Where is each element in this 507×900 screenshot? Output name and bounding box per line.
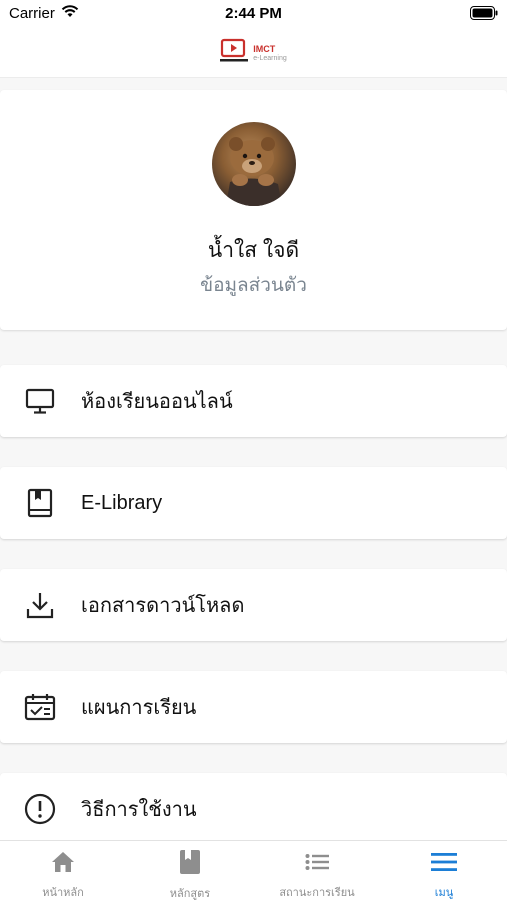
calendar-check-icon bbox=[24, 691, 56, 723]
clock: 2:44 PM bbox=[225, 5, 282, 22]
home-icon bbox=[50, 850, 76, 873]
profile-card: น้ำใส ใจดี ข้อมูลส่วนตัว bbox=[0, 90, 507, 330]
avatar[interactable] bbox=[212, 122, 296, 206]
book-icon bbox=[177, 850, 203, 874]
tab-label: เมนู bbox=[434, 887, 454, 899]
status-bar: Carrier 2:44 PM bbox=[0, 0, 507, 30]
profile-name: น้ำใส ใจดี bbox=[207, 239, 300, 262]
tab-bar: หน้าหลัก หลักสูตร สถานะการเรียน เมนู bbox=[0, 840, 507, 900]
logo-subtitle: e-Learning bbox=[253, 54, 287, 62]
tab-home[interactable]: หน้าหลัก bbox=[0, 841, 126, 900]
menu-icon bbox=[431, 850, 457, 873]
book-icon bbox=[24, 487, 56, 519]
menu-item-downloads[interactable]: เอกสารดาวน์โหลด bbox=[0, 569, 507, 641]
tab-label: สถานะการเรียน bbox=[279, 887, 355, 899]
tab-label: หลักสูตร bbox=[169, 888, 211, 900]
tab-label: หน้าหลัก bbox=[42, 887, 84, 899]
app-header: IMCT e-Learning bbox=[0, 30, 507, 78]
menu-scroll-area[interactable]: น้ำใส ใจดี ข้อมูลส่วนตัว ห้องเรียนออนไลน… bbox=[0, 78, 507, 840]
info-circle-icon bbox=[24, 793, 56, 825]
logo-mark-icon bbox=[220, 38, 250, 69]
list-icon bbox=[304, 850, 330, 873]
battery-icon bbox=[470, 6, 498, 24]
menu-item-how-to-use[interactable]: วิธีการใช้งาน bbox=[0, 773, 507, 840]
monitor-icon bbox=[24, 385, 56, 417]
menu-item-study-plan[interactable]: แผนการเรียน bbox=[0, 671, 507, 743]
menu-item-e-library[interactable]: E-Library bbox=[0, 467, 507, 539]
menu-item-label: เอกสารดาวน์โหลด bbox=[81, 595, 245, 617]
app-logo: IMCT e-Learning bbox=[220, 38, 287, 69]
menu-item-label: แผนการเรียน bbox=[81, 697, 197, 719]
menu-item-online-classroom[interactable]: ห้องเรียนออนไลน์ bbox=[0, 365, 507, 437]
download-icon bbox=[24, 589, 56, 621]
tab-learning-status[interactable]: สถานะการเรียน bbox=[254, 841, 380, 900]
tab-courses[interactable]: หลักสูตร bbox=[127, 841, 253, 900]
logo-title: IMCT bbox=[253, 43, 276, 54]
menu-item-label: ห้องเรียนออนไลน์ bbox=[81, 391, 233, 413]
menu-item-label: วิธีการใช้งาน bbox=[81, 799, 197, 821]
profile-info-link[interactable]: ข้อมูลส่วนตัว bbox=[0, 270, 507, 300]
tab-menu[interactable]: เมนู bbox=[381, 841, 507, 900]
menu-item-label: E-Library bbox=[81, 491, 163, 514]
